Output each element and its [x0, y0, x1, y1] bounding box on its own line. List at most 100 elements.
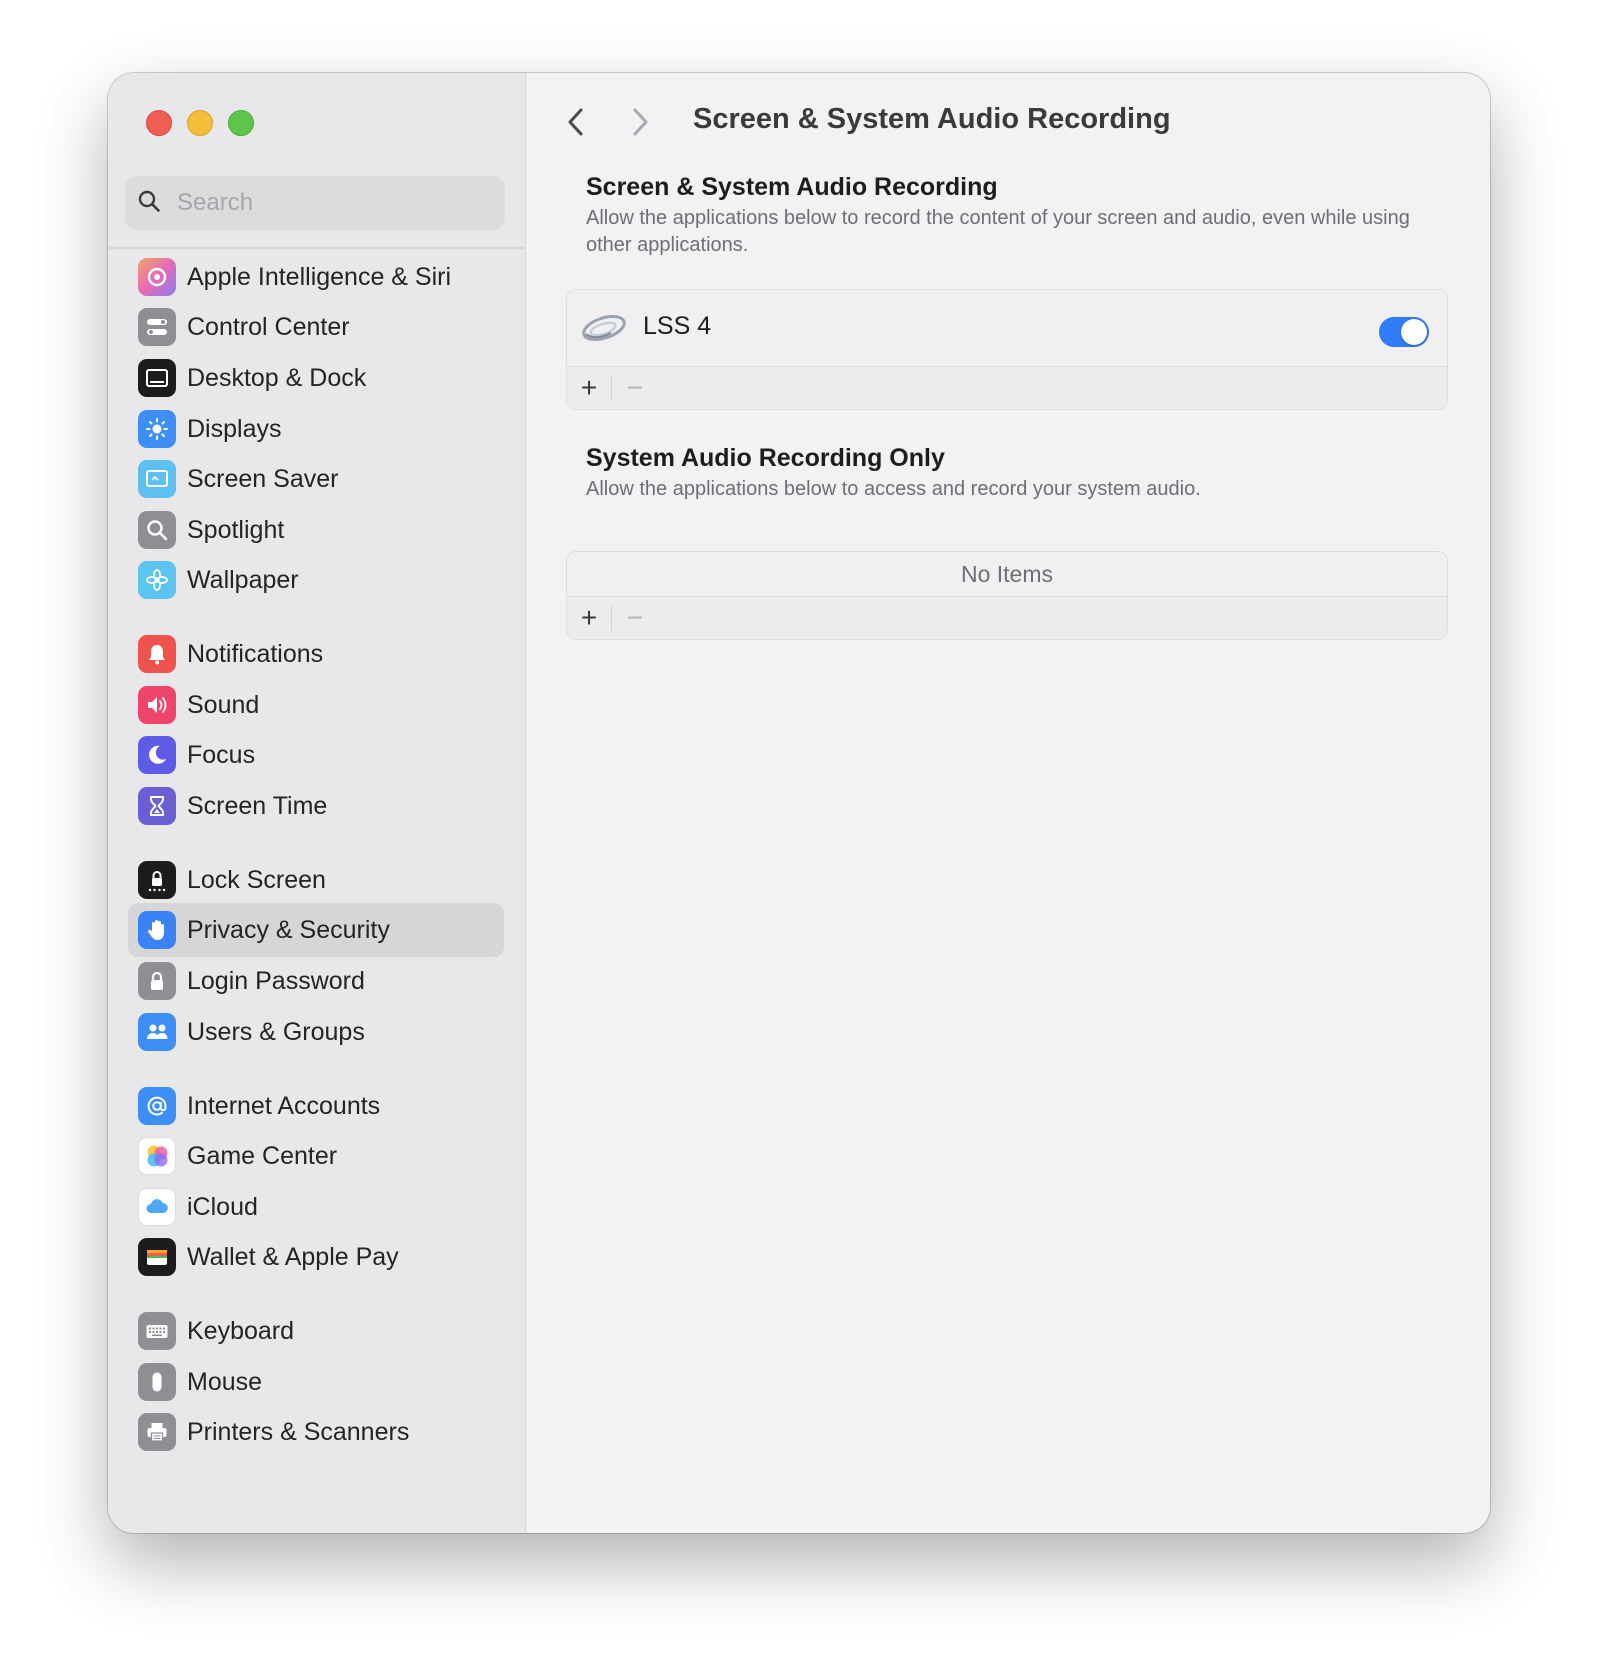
empty-list-placeholder: No Items — [567, 552, 1447, 597]
sidebar: Apple Intelligence & Siri Control Center… — [108, 73, 526, 1533]
sidebar-item-label: iCloud — [187, 1192, 258, 1221]
sidebar-item-focus[interactable]: Focus — [128, 728, 504, 782]
sidebar-item-mouse[interactable]: Mouse — [128, 1355, 504, 1409]
chevron-right-icon — [633, 108, 648, 136]
sidebar-item-label: Screen Saver — [187, 464, 339, 493]
minimize-button[interactable] — [187, 110, 213, 136]
sidebar-item-wallpaper[interactable]: Wallpaper — [128, 553, 504, 607]
section-description: Allow the applications below to record t… — [586, 207, 1410, 256]
window-controls — [146, 110, 254, 136]
lss-app-icon — [581, 308, 627, 353]
list-footer: + − — [567, 367, 1447, 409]
sidebar-item-label: Internet Accounts — [187, 1091, 381, 1120]
lock-screen-icon — [138, 861, 176, 899]
sidebar-item-users-groups[interactable]: Users & Groups — [128, 1005, 504, 1059]
toggle-knob — [1401, 319, 1427, 345]
mouse-icon — [138, 1363, 176, 1401]
sidebar-item-label: Control Center — [187, 312, 350, 341]
app-name: LSS 4 — [643, 312, 712, 340]
sidebar-item-label: Game Center — [187, 1141, 338, 1170]
control-center-icon — [138, 308, 176, 346]
desktop-dock-icon — [138, 359, 176, 397]
privacy-hand-icon — [138, 911, 176, 949]
close-button[interactable] — [146, 110, 172, 136]
sidebar-item-icloud[interactable]: iCloud — [128, 1180, 504, 1234]
remove-button[interactable]: − — [613, 367, 657, 409]
displays-icon — [138, 410, 176, 448]
sidebar-item-label: Spotlight — [187, 515, 285, 544]
sidebar-item-apple-intelligence[interactable]: Apple Intelligence & Siri — [128, 250, 504, 304]
sidebar-item-label: Users & Groups — [187, 1017, 365, 1046]
screen-time-icon — [138, 787, 176, 825]
sidebar-item-notifications[interactable]: Notifications — [128, 627, 504, 681]
search-input[interactable] — [175, 188, 479, 218]
internet-accounts-icon — [138, 1087, 176, 1125]
list-footer: + − — [567, 597, 1447, 639]
sidebar-item-label: Mouse — [187, 1367, 263, 1396]
sidebar-item-label: Displays — [187, 414, 282, 443]
detail-pane: Screen & System Audio Recording Screen &… — [526, 73, 1490, 1533]
section-title: Screen & System Audio Recording — [586, 173, 998, 201]
sidebar-item-control-center[interactable]: Control Center — [128, 300, 504, 354]
sidebar-item-game-center[interactable]: Game Center — [128, 1129, 504, 1183]
page-title: Screen & System Audio Recording — [693, 103, 1171, 135]
sound-icon — [138, 686, 176, 724]
sidebar-item-internet-accounts[interactable]: Internet Accounts — [128, 1079, 504, 1133]
footer-divider — [611, 375, 612, 401]
icloud-icon — [138, 1188, 176, 1226]
search-field[interactable] — [125, 176, 505, 230]
system-audio-app-list: No Items + − — [566, 551, 1448, 640]
focus-icon — [138, 736, 176, 774]
section-description: Allow the applications below to access a… — [586, 478, 1201, 500]
spotlight-icon — [138, 511, 176, 549]
sidebar-item-label: Wallpaper — [187, 565, 299, 594]
sidebar-item-label: Desktop & Dock — [187, 363, 367, 392]
sidebar-item-sound[interactable]: Sound — [128, 678, 504, 732]
sidebar-item-displays[interactable]: Displays — [128, 402, 504, 456]
users-groups-icon — [138, 1013, 176, 1051]
apple-intelligence-icon — [138, 258, 176, 296]
sidebar-item-privacy-security[interactable]: Privacy & Security — [128, 903, 504, 957]
sidebar-item-label: Printers & Scanners — [187, 1417, 410, 1446]
sidebar-item-login-password[interactable]: Login Password — [128, 954, 504, 1008]
sidebar-list: Apple Intelligence & Siri Control Center… — [108, 247, 525, 1533]
sidebar-item-printers-scanners[interactable]: Printers & Scanners — [128, 1405, 504, 1459]
sidebar-item-screen-time[interactable]: Screen Time — [128, 779, 504, 833]
sidebar-item-label: Login Password — [187, 966, 365, 995]
keyboard-icon — [138, 1312, 176, 1350]
sidebar-item-wallet[interactable]: Wallet & Apple Pay — [128, 1230, 504, 1284]
remove-button[interactable]: − — [613, 597, 657, 639]
game-center-icon — [138, 1137, 176, 1175]
sidebar-item-label: Notifications — [187, 639, 324, 668]
sidebar-item-label: Wallet & Apple Pay — [187, 1242, 399, 1271]
sidebar-item-label: Lock Screen — [187, 865, 326, 894]
chevron-left-icon — [568, 108, 583, 136]
search-icon — [137, 189, 161, 218]
printer-icon — [138, 1413, 176, 1451]
back-button[interactable] — [556, 102, 596, 142]
screen-saver-icon — [138, 460, 176, 498]
section-title: System Audio Recording Only — [586, 444, 945, 472]
sidebar-item-keyboard[interactable]: Keyboard — [128, 1304, 504, 1358]
sidebar-item-lock-screen[interactable]: Lock Screen — [128, 853, 504, 907]
sidebar-item-spotlight[interactable]: Spotlight — [128, 503, 504, 557]
sidebar-item-label: Privacy & Security — [187, 915, 390, 944]
lss-4-toggle[interactable] — [1379, 317, 1429, 347]
sidebar-item-label: Screen Time — [187, 791, 328, 820]
sidebar-item-label: Keyboard — [187, 1316, 295, 1345]
sidebar-item-desktop-dock[interactable]: Desktop & Dock — [128, 351, 504, 405]
sidebar-item-screen-saver[interactable]: Screen Saver — [128, 452, 504, 506]
notifications-icon — [138, 635, 176, 673]
add-button[interactable]: + — [567, 597, 611, 639]
screen-recording-app-list: LSS 4 + − — [566, 289, 1448, 410]
sidebar-item-label: Sound — [187, 690, 260, 719]
wallet-icon — [138, 1238, 176, 1276]
forward-button[interactable] — [620, 102, 660, 142]
zoom-button[interactable] — [228, 110, 254, 136]
sidebar-item-label: Focus — [187, 740, 256, 769]
wallpaper-icon — [138, 561, 176, 599]
login-password-icon — [138, 962, 176, 1000]
add-button[interactable]: + — [567, 367, 611, 409]
settings-window: Apple Intelligence & Siri Control Center… — [108, 73, 1490, 1533]
list-item: LSS 4 — [567, 290, 1447, 367]
